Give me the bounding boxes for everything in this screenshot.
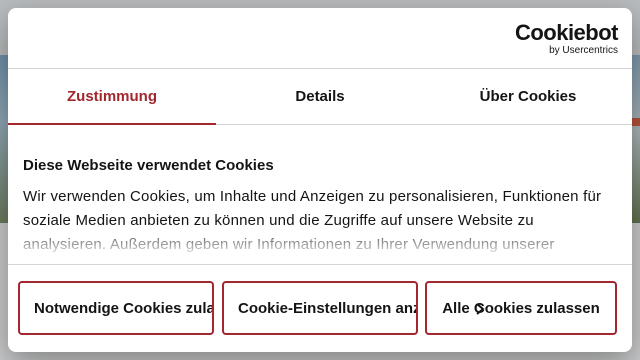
brand-name: Cookiebot — [514, 20, 619, 45]
cookie-consent-dialog: Cookiebot by Usercentrics Zustimmung Det… — [8, 8, 632, 352]
show-settings-button[interactable]: Cookie-Einstellungen anzeigen — [222, 281, 418, 335]
tab-consent[interactable]: Zustimmung — [8, 69, 216, 125]
allow-all-button[interactable]: Alle Cookies zulassen — [425, 281, 617, 335]
tab-details[interactable]: Details — [216, 69, 424, 124]
consent-content[interactable]: Diese Webseite verwendet Cookies Wir ver… — [23, 148, 618, 264]
content-title: Diese Webseite verwendet Cookies — [23, 157, 274, 174]
allow-necessary-button[interactable]: Notwendige Cookies zulassen — [18, 281, 214, 335]
content-fade — [23, 224, 618, 264]
cookiebot-logo: Cookiebot by Usercentrics — [514, 20, 619, 57]
brand-subtitle: by Usercentrics — [549, 45, 618, 56]
dialog-footer: Notwendige Cookies zulassen Cookie-Einst… — [8, 264, 632, 352]
tab-about-cookies[interactable]: Über Cookies — [424, 69, 632, 124]
dialog-header: Cookiebot by Usercentrics — [8, 8, 632, 69]
tab-bar: Zustimmung Details Über Cookies — [8, 69, 632, 125]
